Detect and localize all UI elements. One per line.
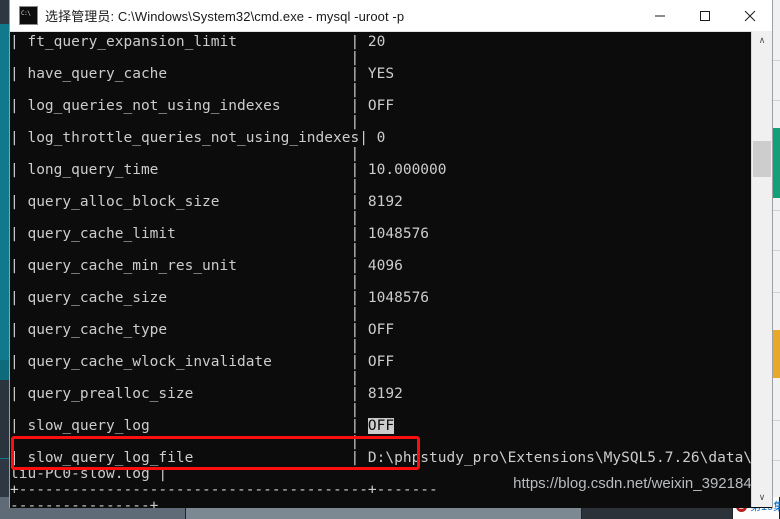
console-variable-row: | query_cache_size | 1048576: [10, 290, 752, 306]
background-divider-3: [771, 210, 780, 211]
console-variable-value: 1048576: [367, 226, 430, 242]
console-variable-name: | have_query_cache |: [10, 66, 368, 82]
console-variable-value: 8192: [367, 386, 403, 402]
background-divider-1: [771, 60, 780, 61]
console-variable-row: | long_query_time | 10.000000: [10, 162, 752, 178]
console-variable-name: | slow_query_log |: [10, 418, 368, 434]
console-variable-value: OFF: [367, 322, 395, 338]
background-window-left-dark-strip: [0, 380, 10, 458]
console-row-separator: |: [10, 210, 360, 226]
console-variable-row: | slow_query_log | OFF: [10, 418, 752, 434]
console-row-separator: |: [10, 402, 360, 418]
console-variable-name: | query_cache_size |: [10, 290, 368, 306]
console-variable-value: 8192: [367, 194, 403, 210]
background-accent-amber: [771, 330, 780, 378]
console-row-separator: |: [10, 178, 360, 194]
console-variable-name: | query_cache_limit |: [10, 226, 368, 242]
console-variable-name: | query_alloc_block_size |: [10, 194, 368, 210]
console-variable-row: | log_queries_not_using_indexes | OFF: [10, 98, 752, 114]
console-row-separator: |: [10, 338, 360, 354]
console-variable-row: | log_throttle_queries_not_using_indexes…: [10, 130, 752, 146]
console-variable-row: | query_cache_min_res_unit | 4096: [10, 258, 752, 274]
console-variable-row: | query_cache_wlock_invalidate | OFF: [10, 354, 752, 370]
background-divider-5: [771, 292, 780, 293]
cmd-window[interactable]: 选择管理员: C:\Windows\System32\cmd.exe - mys…: [10, 0, 772, 508]
console-variable-row: | query_alloc_block_size | 8192: [10, 194, 752, 210]
background-divider-6: [771, 420, 780, 421]
console-variable-value: 1048576: [367, 290, 430, 306]
console-scrollbar[interactable]: ∧ ∨: [751, 31, 772, 507]
console-row-separator: |: [10, 114, 360, 130]
close-button[interactable]: [727, 0, 772, 31]
console-variable-value: OFF: [367, 418, 395, 434]
console-variable-name: | slow_query_log_file |: [10, 450, 368, 466]
console-row-separator: |: [10, 306, 360, 322]
background-divider-2: [771, 100, 780, 101]
console-row-separator: |: [10, 274, 360, 290]
scrollbar-up-arrow-icon[interactable]: ∧: [752, 31, 772, 50]
console-row-separator: |: [10, 146, 360, 162]
console-variable-value: D:\phpstudy_pro\Extensions\MySQL5.7.26\d…: [367, 450, 772, 466]
console-output-area[interactable]: | ft_query_expansion_limit | 20 | | have_…: [10, 32, 772, 508]
scrollbar-thumb[interactable]: [753, 141, 771, 177]
background-divider-7: [771, 460, 780, 461]
console-variable-row: | query_cache_limit | 1048576: [10, 226, 752, 242]
console-variable-name: | log_queries_not_using_indexes |: [10, 98, 368, 114]
csdn-watermark: https://blog.csdn.net/weixin_3921846: [513, 475, 760, 492]
console-variable-value: OFF: [367, 354, 395, 370]
console-variable-value: 10.000000: [367, 162, 447, 178]
console-variable-name: | query_cache_min_res_unit |: [10, 258, 368, 274]
console-variable-name: | ft_query_expansion_limit |: [10, 34, 368, 50]
console-variable-name: | query_cache_type |: [10, 322, 368, 338]
console-row-separator: |: [10, 50, 360, 66]
console-variable-value: OFF: [367, 98, 395, 114]
console-variable-row: | slow_query_log_file | D:\phpstudy_pro\…: [10, 450, 772, 466]
console-table-separator-2: ----------------+: [10, 498, 159, 508]
console-row-separator: |: [10, 370, 360, 386]
background-window-left-teal-strip-lower: [0, 360, 10, 380]
console-variable-value: 4096: [367, 258, 403, 274]
console-variable-row: | query_prealloc_size | 8192: [10, 386, 752, 402]
window-title: 选择管理员: C:\Windows\System32\cmd.exe - mys…: [45, 9, 405, 24]
console-variable-value: 20: [367, 34, 386, 50]
console-row-separator: |: [10, 242, 360, 258]
console-variable-name: | query_cache_wlock_invalidate |: [10, 354, 368, 370]
background-divider-4: [771, 250, 780, 251]
console-variable-row: | have_query_cache | YES: [10, 66, 752, 82]
console-variable-value: 0: [376, 130, 386, 146]
console-variable-name: | log_throttle_queries_not_using_indexes…: [10, 130, 377, 146]
console-row-separator: |: [10, 82, 360, 98]
console-variable-name: | long_query_time |: [10, 162, 368, 178]
scrollbar-down-arrow-icon[interactable]: ∨: [752, 488, 772, 507]
console-variable-value: YES: [367, 66, 395, 82]
console-variable-name: | query_prealloc_size |: [10, 386, 368, 402]
console-variable-row: | query_cache_type | OFF: [10, 322, 752, 338]
console-variable-row: | ft_query_expansion_limit | 20: [10, 34, 752, 50]
cmd-console-icon: [19, 6, 38, 25]
background-accent-green: [771, 128, 780, 198]
maximize-button[interactable]: [682, 0, 727, 31]
console-text[interactable]: | ft_query_expansion_limit | 20 | | have_…: [10, 32, 772, 508]
window-titlebar[interactable]: 选择管理员: C:\Windows\System32\cmd.exe - mys…: [10, 0, 772, 32]
minimize-button[interactable]: [637, 0, 682, 31]
console-row-separator: |: [10, 434, 360, 450]
